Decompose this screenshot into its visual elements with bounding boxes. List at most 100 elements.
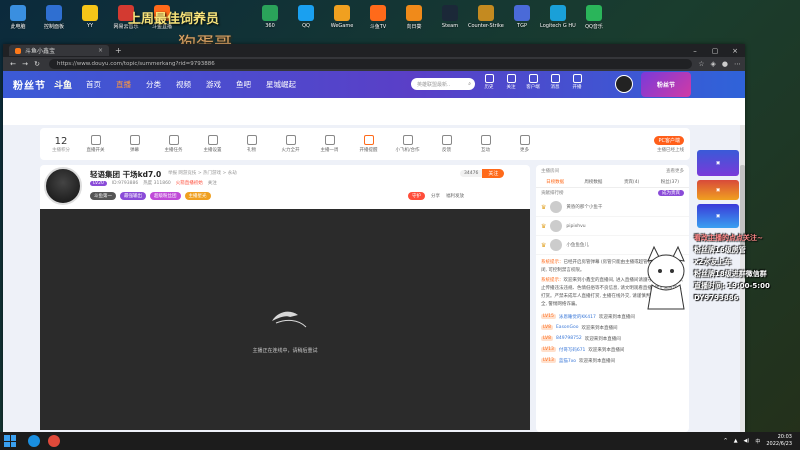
url-input[interactable]: https://www.douyu.com/topic/summerkang?r… bbox=[49, 59, 693, 69]
toolbar-item-label: 礼物 bbox=[247, 148, 256, 153]
nav-item[interactable]: 分类 bbox=[146, 79, 161, 90]
minimize-icon[interactable]: – bbox=[685, 47, 705, 55]
user-name[interactable]: EasonGoo bbox=[556, 325, 579, 330]
become-vip-button[interactable]: 成为贵宾 bbox=[658, 190, 684, 196]
profile-icon[interactable]: ● bbox=[722, 60, 728, 68]
desktop-icon[interactable]: 向日葵 bbox=[396, 0, 432, 34]
streamer-avatar[interactable] bbox=[44, 167, 82, 205]
chip-fans[interactable]: 超级粉丝团 bbox=[150, 192, 181, 200]
follow-text[interactable]: 关注 bbox=[208, 180, 217, 186]
toolbar-item[interactable]: 开播提醒 bbox=[349, 135, 388, 153]
toolbar-item[interactable]: 火力全开 bbox=[271, 135, 310, 153]
back-icon[interactable]: ← bbox=[7, 60, 19, 68]
toolbar-item-icon bbox=[324, 135, 335, 145]
browser-tabbar: 斗鱼小鑫宝 × + – ▢ × bbox=[3, 44, 745, 57]
tray-arrow-icon[interactable]: ^ bbox=[723, 438, 727, 444]
site-logo-secondary[interactable]: 斗鱼 bbox=[54, 78, 72, 91]
desktop-icon[interactable]: QQ bbox=[288, 0, 324, 34]
side-ad-3[interactable]: ▣ bbox=[697, 204, 739, 228]
user-name[interactable]: 付哥写码671 bbox=[559, 347, 586, 353]
rank-row[interactable]: ♛ 黄昏的那个小鱼干 bbox=[536, 198, 689, 217]
desktop-icon[interactable]: 控制面板 bbox=[36, 0, 72, 34]
side-ad-1[interactable]: ▣ bbox=[697, 150, 739, 176]
network-icon[interactable]: ▲ bbox=[734, 438, 738, 444]
toolbar-item[interactable]: 直播开关 bbox=[76, 135, 115, 153]
user-avatar[interactable] bbox=[615, 75, 633, 93]
chip-first[interactable]: 斗鱼第一 bbox=[90, 192, 116, 200]
toolbar-item[interactable]: 礼物 bbox=[232, 135, 271, 153]
header-ad-banner[interactable]: 粉丝节 bbox=[641, 72, 691, 97]
desktop-icon[interactable]: Logitech G HUB bbox=[540, 0, 576, 34]
desktop-icon[interactable]: Steam bbox=[432, 0, 468, 34]
star-icon[interactable]: ☆ bbox=[698, 60, 704, 68]
share-button[interactable]: 分享 bbox=[431, 193, 440, 199]
toolbar-item[interactable]: 主播任务 bbox=[154, 135, 193, 153]
nav-item[interactable]: 星城崛起 bbox=[266, 79, 296, 90]
nav-item[interactable]: 首页 bbox=[86, 79, 101, 90]
toolbar-item-icon bbox=[246, 135, 257, 145]
rank-row[interactable]: ♛ pipixhvu bbox=[536, 217, 689, 236]
toolbar-item[interactable]: 互动 bbox=[466, 135, 505, 153]
extensions-icon[interactable]: ◈ bbox=[711, 60, 716, 68]
desktop-icon[interactable]: TGP bbox=[504, 0, 540, 34]
nav-item[interactable]: 视频 bbox=[176, 79, 191, 90]
forward-icon[interactable]: → bbox=[19, 60, 31, 68]
input-language[interactable]: 中 bbox=[755, 438, 760, 445]
desktop-icon[interactable]: QQ音乐 bbox=[576, 0, 612, 34]
desktop-icon[interactable]: 斗鱼TV bbox=[360, 0, 396, 34]
chat-more-link[interactable]: 查看更多 bbox=[666, 168, 684, 174]
toolbar-item[interactable]: 弹幕 bbox=[115, 135, 154, 153]
window-close-icon[interactable]: × bbox=[725, 47, 745, 55]
user-name[interactable]: 849798752 bbox=[556, 336, 582, 341]
reload-icon[interactable]: ↻ bbox=[31, 60, 43, 68]
toolbar-item[interactable]: 主播设置 bbox=[193, 135, 232, 153]
room-category[interactable]: 举报 网游竞技 > 热门游戏 > 永劫 bbox=[168, 170, 237, 176]
video-player[interactable]: 主播正在连线中，请稍后重试 bbox=[40, 209, 530, 430]
start-button[interactable] bbox=[4, 435, 16, 447]
chat-tab[interactable]: 周榜数据 bbox=[574, 179, 612, 185]
nav-item[interactable]: 游戏 bbox=[206, 79, 221, 90]
desktop-icon[interactable]: WeGame bbox=[324, 0, 360, 34]
toolbar-item[interactable]: 反馈 bbox=[427, 135, 466, 153]
menu-icon[interactable]: ⋯ bbox=[734, 60, 741, 68]
maximize-icon[interactable]: ▢ bbox=[705, 47, 725, 55]
desktop-icon[interactable]: YY bbox=[72, 0, 108, 34]
chip-output[interactable]: 最强输出 bbox=[120, 192, 146, 200]
user-name[interactable]: 蓝猫7xo bbox=[559, 358, 576, 364]
pc-client-button[interactable]: PC客户端 bbox=[654, 135, 684, 145]
desktop-icon[interactable]: Counter-Strike Global Off... bbox=[468, 0, 504, 34]
chat-tab[interactable]: 日榜数据 bbox=[536, 179, 574, 185]
chip-star[interactable]: 主播星光 bbox=[184, 192, 211, 200]
site-logo[interactable]: 粉丝节 bbox=[13, 77, 46, 92]
new-tab-icon[interactable]: + bbox=[115, 46, 122, 55]
taskbar-clock[interactable]: 20:03 2022/6/23 bbox=[766, 434, 792, 448]
search-icon[interactable]: ⌕ bbox=[468, 81, 471, 87]
desktop-icon[interactable] bbox=[216, 0, 252, 34]
header-action[interactable]: 开播 bbox=[569, 74, 585, 90]
welfare-button[interactable]: 福利发放 bbox=[446, 193, 464, 199]
nav-item[interactable]: 直播 bbox=[116, 79, 131, 90]
toolbar-item[interactable]: 小飞机/合作 bbox=[388, 135, 427, 153]
desktop-app-icon bbox=[442, 5, 458, 21]
desktop-icon[interactable]: 360 bbox=[252, 0, 288, 34]
chat-tab[interactable]: 粉丝(37) bbox=[651, 179, 689, 185]
chat-tab[interactable]: 贵宾(4) bbox=[613, 179, 651, 185]
user-name[interactable]: 泳恩睡觉的KK417 bbox=[559, 314, 596, 320]
side-ad-2[interactable]: ▣ bbox=[697, 180, 739, 200]
desktop-icon[interactable]: 此电脑 bbox=[0, 0, 36, 34]
chrome-icon[interactable] bbox=[48, 435, 60, 447]
header-action[interactable]: 历史 bbox=[481, 74, 497, 90]
header-action[interactable]: 客户端 bbox=[525, 74, 541, 90]
site-search-input[interactable]: 英雄联盟最新.. ⌕ bbox=[411, 78, 475, 90]
follow-button[interactable]: 关注 bbox=[482, 169, 505, 178]
tab-close-icon[interactable]: × bbox=[98, 47, 103, 54]
toolbar-item[interactable]: 更多 bbox=[505, 135, 544, 153]
browser-tab[interactable]: 斗鱼小鑫宝 × bbox=[9, 45, 109, 56]
nav-item[interactable]: 鱼吧 bbox=[236, 79, 251, 90]
header-action[interactable]: 消息 bbox=[547, 74, 563, 90]
edge-icon[interactable] bbox=[28, 435, 40, 447]
guard-button[interactable]: 守护 bbox=[408, 192, 425, 200]
toolbar-item[interactable]: 主播一周 bbox=[310, 135, 349, 153]
volume-icon[interactable]: ◀) bbox=[744, 438, 750, 444]
header-action[interactable]: 关注 bbox=[503, 74, 519, 90]
